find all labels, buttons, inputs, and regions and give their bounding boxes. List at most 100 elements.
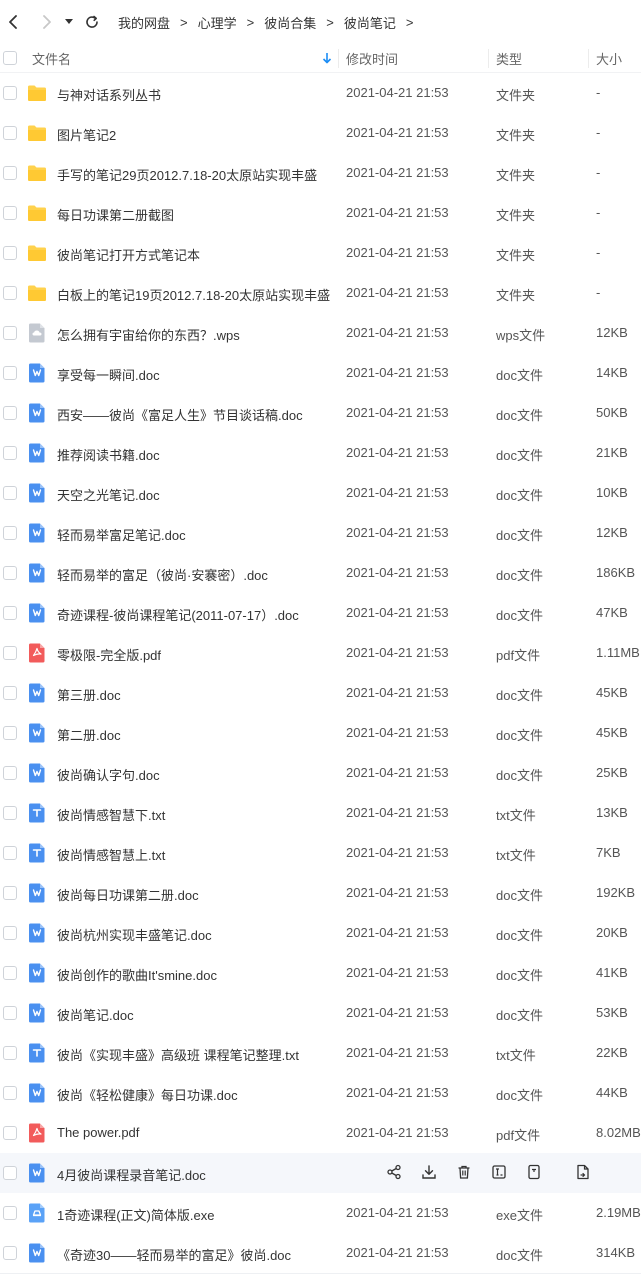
row-checkbox[interactable] xyxy=(3,526,17,540)
row-checkbox[interactable] xyxy=(3,1046,17,1060)
row-checkbox[interactable] xyxy=(3,1206,17,1220)
file-name[interactable]: 西安——彼尚《富足人生》节目谈话稿.doc xyxy=(57,405,303,424)
file-row[interactable]: The power.pdf 2021-04-21 21:53 pdf文件 8.02MB xyxy=(0,1113,641,1153)
file-name[interactable]: 彼尚情感智慧上.txt xyxy=(57,845,165,864)
column-divider[interactable] xyxy=(588,49,589,68)
row-checkbox[interactable] xyxy=(3,246,17,260)
file-row[interactable]: 西安——彼尚《富足人生》节目谈话稿.doc 2021-04-21 21:53 doc… xyxy=(0,393,641,433)
row-checkbox[interactable] xyxy=(3,726,17,740)
file-row[interactable]: 与神对话系列丛书 2021-04-21 21:53 文件夹 - xyxy=(0,73,641,113)
row-checkbox[interactable] xyxy=(3,766,17,780)
file-name[interactable]: 享受每一瞬间.doc xyxy=(57,365,160,384)
row-checkbox[interactable] xyxy=(3,86,17,100)
file-row[interactable]: 1奇迹课程(正文)简体版.exe 2021-04-21 21:53 exe文件 2.1… xyxy=(0,1193,641,1233)
select-all-checkbox[interactable] xyxy=(3,51,17,65)
header-time[interactable]: 修改时间 xyxy=(346,49,398,68)
file-name[interactable]: 彼尚确认字句.doc xyxy=(57,765,160,784)
file-row[interactable]: 第二册.doc 2021-04-21 21:53 doc文件 45KB xyxy=(0,713,641,753)
file-name[interactable]: 零极限-完全版.pdf xyxy=(57,645,161,664)
row-checkbox[interactable] xyxy=(3,166,17,180)
breadcrumb-item[interactable]: 彼尚合集 xyxy=(264,13,316,32)
forward-button[interactable] xyxy=(34,10,58,34)
details-icon[interactable] xyxy=(575,1164,593,1182)
file-name[interactable]: 4月彼尚课程录音笔记.doc xyxy=(57,1165,206,1184)
file-name[interactable]: The power.pdf xyxy=(57,1125,139,1140)
file-name[interactable]: 第二册.doc xyxy=(57,725,121,744)
file-row[interactable]: 彼尚《轻松健康》每日功课.doc 2021-04-21 21:53 doc文件 44K… xyxy=(0,1073,641,1113)
row-checkbox[interactable] xyxy=(3,926,17,940)
file-row[interactable]: 《奇迹30——轻而易举的富足》彼尚.doc 2021-04-21 21:53 doc… xyxy=(0,1233,641,1273)
more-icon[interactable] xyxy=(526,1164,544,1182)
row-checkbox[interactable] xyxy=(3,1126,17,1140)
file-name[interactable]: 轻而易举的富足（彼尚·安褰密）.doc xyxy=(57,565,268,584)
file-name[interactable]: 怎么拥有宇宙给你的东西？.wps xyxy=(57,325,240,344)
file-row[interactable]: 彼尚笔记打开方式笔记本 2021-04-21 21:53 文件夹 - xyxy=(0,233,641,273)
refresh-button[interactable] xyxy=(80,10,104,34)
file-row[interactable]: 零极限-完全版.pdf 2021-04-21 21:53 pdf文件 1.11MB xyxy=(0,633,641,673)
file-row[interactable]: 推荐阅读书籍.doc 2021-04-21 21:53 doc文件 21KB xyxy=(0,433,641,473)
file-row[interactable]: 享受每一瞬间.doc 2021-04-21 21:53 doc文件 14KB xyxy=(0,353,641,393)
file-name[interactable]: 彼尚《实现丰盛》高级班 课程笔记整理.txt xyxy=(57,1045,299,1064)
file-name[interactable]: 奇迹课程-彼尚课程笔记(2011-07-17）.doc xyxy=(57,605,299,624)
file-name[interactable]: 天空之光笔记.doc xyxy=(57,485,160,504)
file-name[interactable]: 第三册.doc xyxy=(57,685,121,704)
file-name[interactable]: 与神对话系列丛书 xyxy=(57,85,161,104)
row-checkbox[interactable] xyxy=(3,846,17,860)
header-type[interactable]: 类型 xyxy=(496,49,522,68)
header-size[interactable]: 大小 xyxy=(596,49,622,68)
row-checkbox[interactable] xyxy=(3,886,17,900)
delete-icon[interactable] xyxy=(456,1164,474,1182)
row-checkbox[interactable] xyxy=(3,1006,17,1020)
row-checkbox[interactable] xyxy=(3,606,17,620)
row-checkbox[interactable] xyxy=(3,646,17,660)
file-name[interactable]: 每日功课第二册截图 xyxy=(57,205,174,224)
file-row[interactable]: 彼尚杭州实现丰盛笔记.doc 2021-04-21 21:53 doc文件 20KB xyxy=(0,913,641,953)
file-row[interactable]: 彼尚每日功课第二册.doc 2021-04-21 21:53 doc文件 192KB xyxy=(0,873,641,913)
row-checkbox[interactable] xyxy=(3,126,17,140)
file-row[interactable]: 轻而易举富足笔记.doc 2021-04-21 21:53 doc文件 12KB xyxy=(0,513,641,553)
rename-icon[interactable] xyxy=(491,1164,509,1182)
row-checkbox[interactable] xyxy=(3,806,17,820)
file-row[interactable]: 奇迹课程-彼尚课程笔记(2011-07-17）.doc 2021-04-21 21… xyxy=(0,593,641,633)
sort-down-icon[interactable] xyxy=(322,52,332,64)
row-checkbox[interactable] xyxy=(3,1086,17,1100)
file-row[interactable]: 每日功课第二册截图 2021-04-21 21:53 文件夹 - xyxy=(0,193,641,233)
file-name[interactable]: 彼尚创作的歌曲It'smine.doc xyxy=(57,965,217,984)
back-button[interactable] xyxy=(2,10,26,34)
file-row[interactable]: 彼尚确认字句.doc 2021-04-21 21:53 doc文件 25KB xyxy=(0,753,641,793)
download-icon[interactable] xyxy=(421,1164,439,1182)
column-divider[interactable] xyxy=(488,49,489,68)
file-name[interactable]: 彼尚笔记打开方式笔记本 xyxy=(57,245,200,264)
row-checkbox[interactable] xyxy=(3,406,17,420)
row-checkbox[interactable] xyxy=(3,446,17,460)
row-checkbox[interactable] xyxy=(3,1166,17,1180)
row-checkbox[interactable] xyxy=(3,366,17,380)
file-row[interactable]: 4月彼尚课程录音笔记.doc xyxy=(0,1153,641,1193)
row-checkbox[interactable] xyxy=(3,486,17,500)
file-name[interactable]: 轻而易举富足笔记.doc xyxy=(57,525,186,544)
file-row[interactable]: 彼尚笔记.doc 2021-04-21 21:53 doc文件 53KB xyxy=(0,993,641,1033)
file-name[interactable]: 手写的笔记29页2012.7.18-20太原站实现丰盛 xyxy=(57,165,317,184)
file-name[interactable]: 彼尚每日功课第二册.doc xyxy=(57,885,199,904)
file-name[interactable]: 彼尚情感智慧下.txt xyxy=(57,805,165,824)
row-checkbox[interactable] xyxy=(3,206,17,220)
file-row[interactable]: 怎么拥有宇宙给你的东西？.wps 2021-04-21 21:53 wps文件 12K… xyxy=(0,313,641,353)
file-row[interactable]: 彼尚创作的歌曲It'smine.doc 2021-04-21 21:53 doc文件… xyxy=(0,953,641,993)
file-row[interactable]: 彼尚情感智慧上.txt 2021-04-21 21:53 txt文件 7KB xyxy=(0,833,641,873)
file-row[interactable]: 天空之光笔记.doc 2021-04-21 21:53 doc文件 10KB xyxy=(0,473,641,513)
row-checkbox[interactable] xyxy=(3,566,17,580)
file-name[interactable]: 彼尚《轻松健康》每日功课.doc xyxy=(57,1085,238,1104)
breadcrumb-item[interactable]: 彼尚笔记 xyxy=(344,13,396,32)
row-checkbox[interactable] xyxy=(3,1246,17,1260)
history-dropdown-button[interactable] xyxy=(62,10,76,34)
file-name[interactable]: 图片笔记2 xyxy=(57,125,116,144)
breadcrumb-item[interactable]: 心理学 xyxy=(198,13,237,32)
file-name[interactable]: 《奇迹30——轻而易举的富足》彼尚.doc xyxy=(57,1245,291,1264)
file-row[interactable]: 图片笔记2 2021-04-21 21:53 文件夹 - xyxy=(0,113,641,153)
file-row[interactable]: 彼尚《实现丰盛》高级班 课程笔记整理.txt 2021-04-21 21:53 tx… xyxy=(0,1033,641,1073)
file-row[interactable]: 手写的笔记29页2012.7.18-20太原站实现丰盛 2021-04-21 21… xyxy=(0,153,641,193)
row-checkbox[interactable] xyxy=(3,966,17,980)
share-icon[interactable] xyxy=(386,1164,404,1182)
file-name[interactable]: 推荐阅读书籍.doc xyxy=(57,445,160,464)
row-checkbox[interactable] xyxy=(3,326,17,340)
